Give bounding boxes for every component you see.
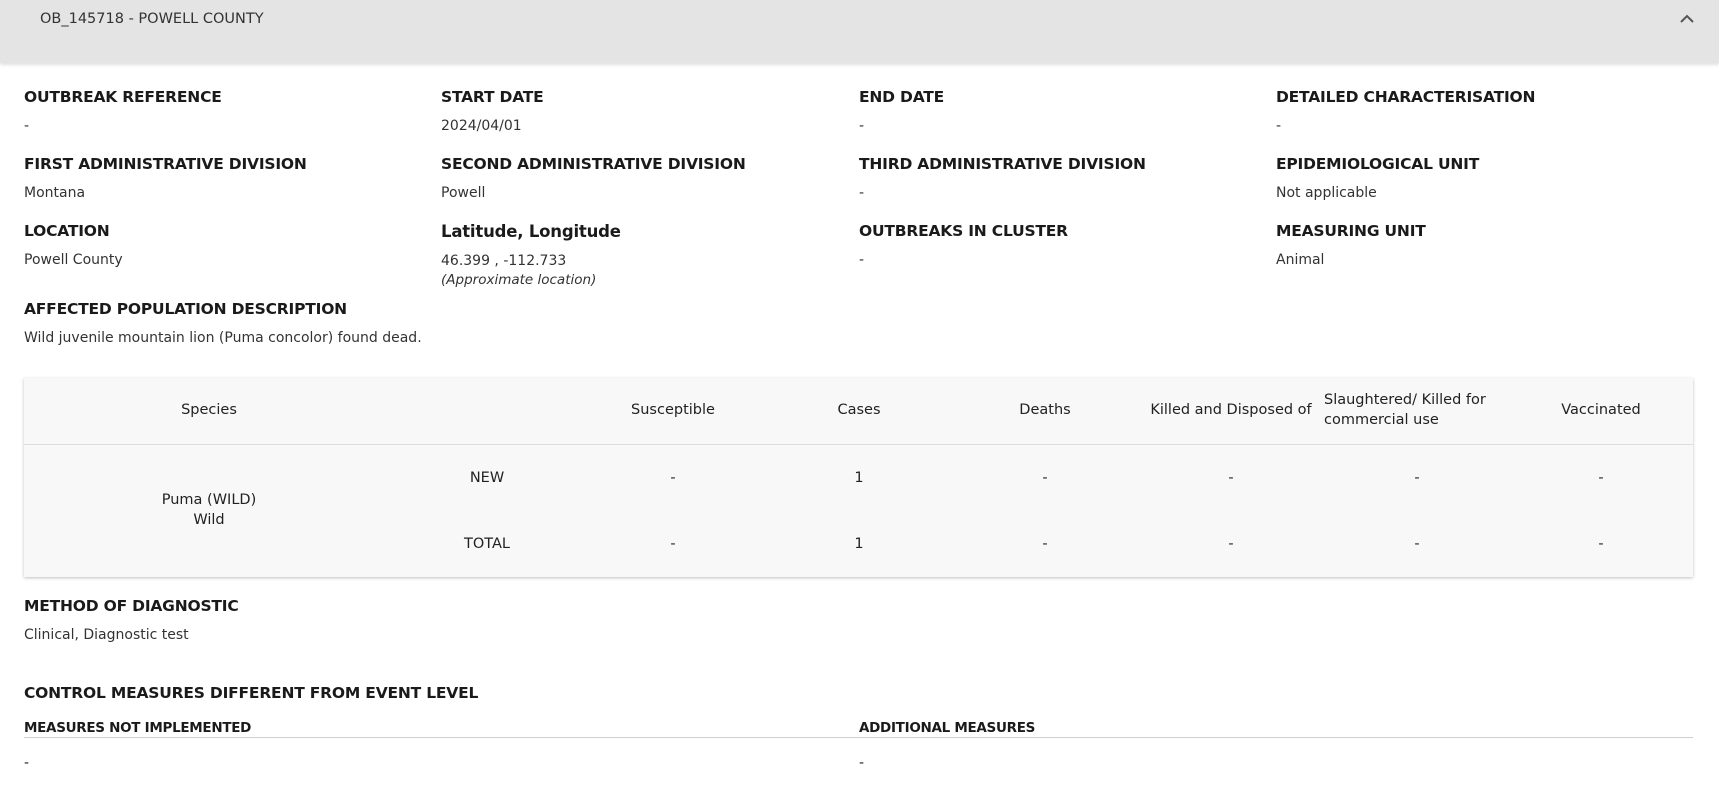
column-header-slaughtered: Slaughtered/ Killed for commercial use <box>1324 392 1486 428</box>
second-admin-division-field: SECOND ADMINISTRATIVE DIVISION Powell <box>441 155 746 201</box>
field-label: METHOD OF DIAGNOSTIC <box>24 597 239 615</box>
outbreak-reference-field: OUTBREAK REFERENCE - <box>24 88 222 134</box>
row-label: NEW <box>469 470 505 486</box>
field-label: EPIDEMIOLOGICAL UNIT <box>1276 155 1480 173</box>
field-value: Powell <box>441 185 486 201</box>
location-field: LOCATION Powell County <box>24 222 123 268</box>
additional-measures-label: ADDITIONAL MEASURES <box>859 720 1035 736</box>
column-header-cases: Cases <box>837 402 881 419</box>
field-label: SECOND ADMINISTRATIVE DIVISION <box>441 155 746 173</box>
field-label: OUTBREAKS IN CLUSTER <box>859 222 1068 240</box>
species-table: Species Susceptible Cases Deaths Killed … <box>24 378 1693 577</box>
start-date-field: START DATE 2024/04/01 <box>441 88 544 134</box>
cell-vaccinated: - <box>1598 470 1604 486</box>
field-label: MEASURING UNIT <box>1276 222 1426 240</box>
lat-long-field: Latitude, Longitude 46.399 , -112.733 (A… <box>441 222 621 288</box>
cell-cases: 1 <box>854 470 864 486</box>
field-value: - <box>859 185 865 201</box>
additional-measures-value: - <box>859 755 865 771</box>
field-value: Montana <box>24 185 86 201</box>
cell-killed-disposed: - <box>1228 536 1234 552</box>
method-of-diagnostic-field: METHOD OF DIAGNOSTIC Clinical, Diagnosti… <box>24 597 239 643</box>
field-value: Clinical, Diagnostic test <box>24 627 189 643</box>
cell-cases: 1 <box>854 536 864 552</box>
cell-deaths: - <box>1042 536 1048 552</box>
field-label: FIRST ADMINISTRATIVE DIVISION <box>24 155 307 173</box>
column-header-deaths: Deaths <box>1019 402 1071 419</box>
outbreaks-in-cluster-field: OUTBREAKS IN CLUSTER - <box>859 222 1068 268</box>
control-measures-title: CONTROL MEASURES DIFFERENT FROM EVENT LE… <box>24 684 478 702</box>
field-value: - <box>859 118 865 134</box>
field-label: LOCATION <box>24 222 110 240</box>
cell-slaughtered: - <box>1414 536 1420 552</box>
field-label: OUTBREAK REFERENCE <box>24 88 222 106</box>
epidemiological-unit-field: EPIDEMIOLOGICAL UNIT Not applicable <box>1276 155 1479 201</box>
field-value: Animal <box>1276 252 1325 268</box>
cell-slaughtered: - <box>1414 470 1420 486</box>
field-value: 46.399 , -112.733 <box>441 253 567 269</box>
end-date-field: END DATE - <box>859 88 944 134</box>
cell-killed-disposed: - <box>1228 470 1234 486</box>
measuring-unit-field: MEASURING UNIT Animal <box>1276 222 1426 268</box>
column-header-susceptible: Susceptible <box>631 402 715 419</box>
cell-vaccinated: - <box>1598 536 1604 552</box>
field-label: START DATE <box>441 88 544 106</box>
header-divider <box>24 444 1693 445</box>
field-value: - <box>24 118 30 134</box>
cell-deaths: - <box>1042 470 1048 486</box>
outbreak-panel-header[interactable]: OB_145718 - POWELL COUNTY <box>0 0 1719 63</box>
detailed-characterisation-field: DETAILED CHARACTERISATION - <box>1276 88 1535 134</box>
field-label: DETAILED CHARACTERISATION <box>1276 88 1536 106</box>
affected-population-field: AFFECTED POPULATION DESCRIPTION Wild juv… <box>24 300 422 346</box>
third-admin-division-field: THIRD ADMINISTRATIVE DIVISION - <box>859 155 1146 201</box>
sublabel: ADDITIONAL MEASURES <box>859 720 1036 736</box>
row-label: TOTAL <box>464 536 510 552</box>
field-label: END DATE <box>859 88 945 106</box>
column-header-vaccinated: Vaccinated <box>1561 402 1641 419</box>
cell-susceptible: - <box>670 536 676 552</box>
field-value: Powell County <box>24 252 123 268</box>
species-cell: Puma (WILD) Wild <box>24 490 394 531</box>
field-label: AFFECTED POPULATION DESCRIPTION <box>24 300 347 318</box>
approximate-location-note: (Approximate location) <box>441 272 597 288</box>
sublabel: MEASURES NOT IMPLEMENTED <box>24 720 252 736</box>
measures-not-implemented-value: - <box>24 755 30 771</box>
species-type: Wild <box>193 512 225 529</box>
cell-susceptible: - <box>670 470 676 486</box>
field-value: Wild juvenile mountain lion (Puma concol… <box>24 330 422 346</box>
species-name: Puma (WILD) <box>161 492 257 508</box>
column-header-species: Species <box>181 402 237 419</box>
chevron-up-icon[interactable] <box>1675 8 1699 28</box>
field-value: Not applicable <box>1276 185 1377 201</box>
field-value: 2024/04/01 <box>441 118 522 134</box>
field-label: THIRD ADMINISTRATIVE DIVISION <box>859 155 1146 173</box>
field-value: - <box>1276 118 1282 134</box>
measures-not-implemented-label: MEASURES NOT IMPLEMENTED <box>24 720 251 736</box>
measures-divider <box>24 737 1693 738</box>
field-value: - <box>859 252 865 268</box>
panel-title: OB_145718 - POWELL COUNTY <box>40 11 264 27</box>
column-header-killed-disposed: Killed and Disposed of <box>1150 402 1312 419</box>
first-admin-division-field: FIRST ADMINISTRATIVE DIVISION Montana <box>24 155 307 201</box>
field-label: Latitude, Longitude <box>441 222 621 241</box>
section-title: CONTROL MEASURES DIFFERENT FROM EVENT LE… <box>24 684 479 702</box>
